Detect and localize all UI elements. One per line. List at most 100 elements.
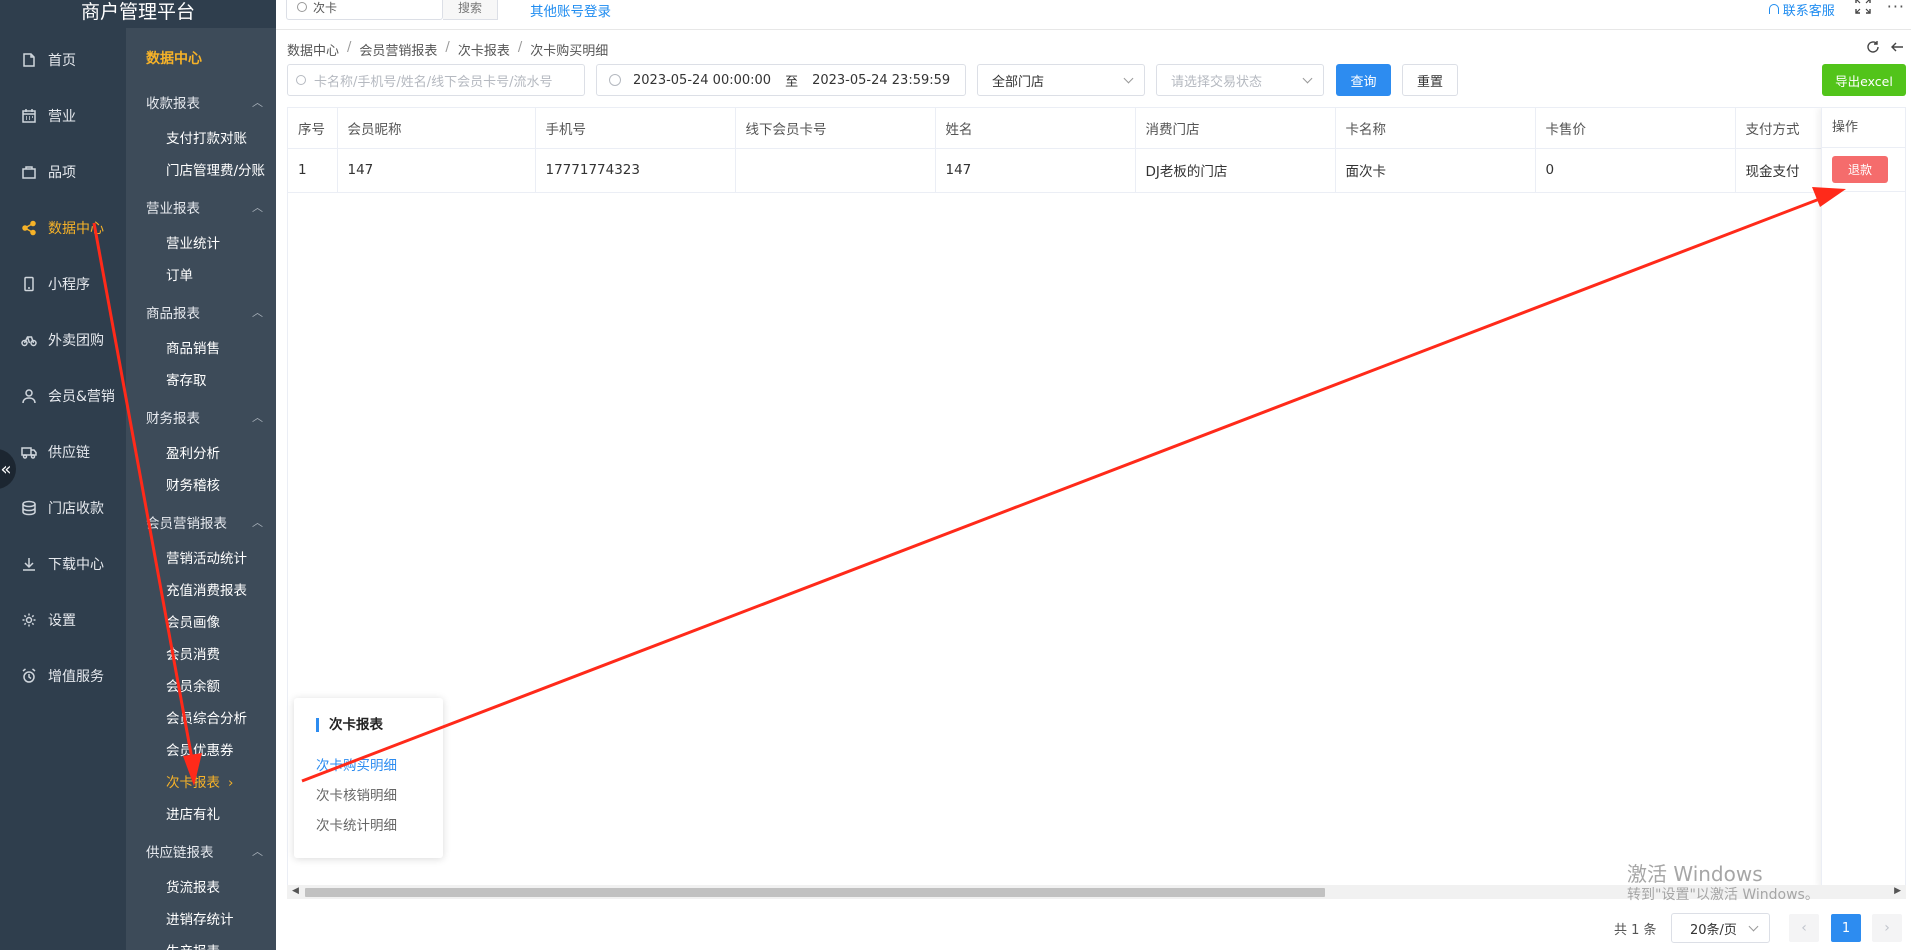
sub-nav-link[interactable]: 进店有礼 xyxy=(166,803,220,823)
operation-cell: 退款 xyxy=(1822,148,1905,192)
sub-nav-link[interactable]: 次卡报表 › xyxy=(166,771,233,791)
flyout-link-verification-detail[interactable]: 次卡核销明细 xyxy=(316,784,397,804)
sub-nav-link[interactable]: 生产报表 xyxy=(166,940,220,950)
transaction-status-select[interactable]: 请选择交易状态 xyxy=(1156,64,1324,96)
clock-icon xyxy=(609,74,621,86)
sub-nav-link[interactable]: 营业统计 xyxy=(166,232,220,252)
sub-nav-link[interactable]: 充值消费报表 xyxy=(166,579,247,599)
coins-icon xyxy=(20,499,38,517)
sub-nav-group[interactable]: 商品报表 ︿ xyxy=(146,302,271,322)
refund-button[interactable]: 退款 xyxy=(1832,156,1888,183)
sub-nav-link[interactable]: 寄存取 xyxy=(166,369,207,389)
sub-nav-link[interactable]: 财务稽核 xyxy=(166,474,220,494)
nav-item-2[interactable]: 品项 xyxy=(0,152,126,192)
nav-item-1[interactable]: 营业 xyxy=(0,96,126,136)
sub-nav-link[interactable]: 货流报表 xyxy=(166,876,220,896)
page-number-button[interactable]: 1 xyxy=(1831,914,1861,942)
sub-nav-group[interactable]: 会员营销报表 ︿ xyxy=(146,512,271,532)
refresh-icon[interactable] xyxy=(1866,40,1880,54)
alarm-icon xyxy=(20,667,38,685)
nav-item-7[interactable]: 供应链 xyxy=(0,432,126,472)
chevron-up-icon: ︿ xyxy=(252,201,263,214)
sub-nav-link[interactable]: 订单 xyxy=(166,264,193,284)
fullscreen-icon[interactable] xyxy=(1855,0,1871,14)
column-header: 序号 xyxy=(288,108,338,149)
top-bar: 次卡 搜索 其他账号登录 联系客服 ··· xyxy=(276,0,1911,30)
table-cell: 面次卡 xyxy=(1335,148,1536,193)
table-cell: 0 xyxy=(1535,148,1736,193)
flyout-link-statistics-detail[interactable]: 次卡统计明细 xyxy=(316,814,397,834)
column-header: 消费门店 xyxy=(1135,108,1336,149)
sub-nav-group[interactable]: 收款报表 ︿ xyxy=(146,92,271,112)
sub-nav-link[interactable]: 盈利分析 xyxy=(166,442,220,462)
nav-item-label: 小程序 xyxy=(48,277,90,293)
sub-nav-link[interactable]: 会员综合分析 xyxy=(166,707,247,727)
nav-item-label: 门店收款 xyxy=(48,501,104,517)
flyout-link-purchase-detail[interactable]: 次卡购买明细 xyxy=(316,754,397,774)
sub-nav-link[interactable]: 进销存统计 xyxy=(166,908,234,928)
scroll-left-icon[interactable]: ◀ xyxy=(292,886,299,896)
next-page-button[interactable]: › xyxy=(1872,914,1902,942)
breadcrumb-item[interactable]: 数据中心 xyxy=(287,40,339,59)
page-size-select[interactable]: 20条/页 xyxy=(1671,913,1770,943)
app-title: 商户管理平台 xyxy=(0,0,276,28)
table-row: 1 147 17771774323 147 DJ老板的门店 面次卡 0 现金支付 xyxy=(288,148,1905,193)
sub-nav-group[interactable]: 供应链报表 ︿ xyxy=(146,841,271,861)
operation-column: 操作 退款 xyxy=(1821,108,1905,886)
nav-item-label: 下载中心 xyxy=(48,557,104,573)
nav-item-label: 增值服务 xyxy=(48,669,104,685)
other-account-login-link[interactable]: 其他账号登录 xyxy=(530,0,611,20)
sub-nav-link[interactable]: 会员余额 xyxy=(166,675,220,695)
sub-nav-link[interactable]: 门店管理费/分账 xyxy=(166,159,265,179)
nav-item-8[interactable]: 门店收款 xyxy=(0,488,126,528)
back-arrow-icon[interactable] xyxy=(1890,40,1904,54)
query-button[interactable]: 查询 xyxy=(1336,64,1391,96)
bike-icon xyxy=(20,331,38,349)
chevron-up-icon: ︿ xyxy=(252,306,263,319)
sub-nav-link[interactable]: 会员画像 xyxy=(166,611,220,631)
nav-item-label: 设置 xyxy=(48,613,76,629)
prev-page-button[interactable]: ‹ xyxy=(1789,914,1819,942)
global-search-button[interactable]: 搜索 xyxy=(443,0,498,20)
nav-item-9[interactable]: 下载中心 xyxy=(0,544,126,584)
sub-nav-link[interactable]: 商品销售 xyxy=(166,337,220,357)
nav-item-6[interactable]: 会员&营销 xyxy=(0,376,126,416)
sub-nav-link[interactable]: 会员消费 xyxy=(166,643,220,663)
table-cell: 17771774323 xyxy=(535,148,736,193)
reset-button[interactable]: 重置 xyxy=(1402,64,1458,96)
nav-item-10[interactable]: 设置 xyxy=(0,600,126,640)
column-header: 卡售价 xyxy=(1535,108,1736,149)
nav-item-label: 品项 xyxy=(48,165,76,181)
sub-nav-group[interactable]: 营业报表 ︿ xyxy=(146,197,271,217)
global-search-input[interactable]: 次卡 xyxy=(286,0,443,20)
scrollbar-thumb[interactable] xyxy=(305,888,1325,897)
nav-item-5[interactable]: 外卖团购 xyxy=(0,320,126,360)
flyout-title: 次卡报表 xyxy=(316,718,383,732)
nav-item-label: 数据中心 xyxy=(48,221,104,237)
nav-item-0[interactable]: 首页 xyxy=(0,40,126,80)
sub-nav-link[interactable]: 支付打款对账 xyxy=(166,127,247,147)
nav-item-4[interactable]: 小程序 xyxy=(0,264,126,304)
date-range-picker[interactable]: 2023-05-24 00:00:00 至 2023-05-24 23:59:5… xyxy=(596,64,966,96)
more-icon[interactable]: ··· xyxy=(1887,0,1905,16)
download-icon xyxy=(20,555,38,573)
keyword-search-input[interactable]: 卡名称/手机号/姓名/线下会员卡号/流水号 xyxy=(287,64,585,96)
calendar-icon xyxy=(20,107,38,125)
sub-nav-group[interactable]: 财务报表 ︿ xyxy=(146,407,271,427)
table-cell: 147 xyxy=(935,148,1136,193)
sub-nav-link[interactable]: 营销活动统计 xyxy=(166,547,247,567)
nav-item-11[interactable]: 增值服务 xyxy=(0,656,126,696)
nav-item-3[interactable]: 数据中心 xyxy=(0,208,126,248)
contact-service-link[interactable]: 联系客服 xyxy=(1768,0,1835,19)
home-icon xyxy=(20,51,38,69)
export-excel-button[interactable]: 导出excel xyxy=(1822,64,1906,96)
breadcrumb-item[interactable]: 会员营销报表 xyxy=(359,40,437,59)
table-cell: DJ老板的门店 xyxy=(1135,148,1336,193)
breadcrumb-item[interactable]: 次卡报表 xyxy=(458,40,510,59)
store-select[interactable]: 全部门店 xyxy=(977,64,1145,96)
scroll-right-icon[interactable]: ▶ xyxy=(1894,886,1901,896)
sub-nav-link[interactable]: 会员优惠券 xyxy=(166,739,234,759)
column-header: 会员昵称 xyxy=(337,108,536,149)
nav-item-label: 营业 xyxy=(48,109,76,125)
table-cell xyxy=(735,148,936,193)
